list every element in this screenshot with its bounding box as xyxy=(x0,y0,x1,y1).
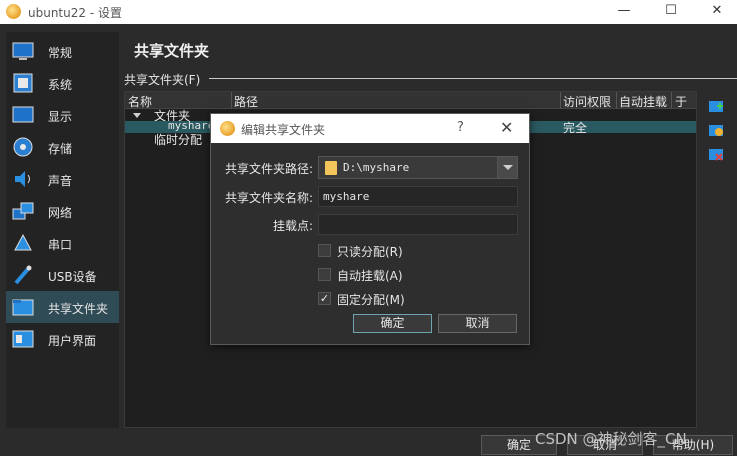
dialog-title: 编辑共享文件夹 xyxy=(241,123,326,137)
sidebar-item-shared-folders[interactable]: 共享文件夹 xyxy=(6,291,119,323)
expand-arrow-icon[interactable] xyxy=(133,113,141,118)
sidebar-item-label: 显示 xyxy=(48,110,73,124)
sidebar-item-audio[interactable]: 声音 xyxy=(6,163,119,195)
settings-sidebar: 常规 系统 显示 存储 声音 网络 串口 USB设备 共享文件夹 用户界面 xyxy=(6,32,119,428)
readonly-label[interactable]: 只读分配(R) xyxy=(337,243,403,260)
folder-name-input[interactable]: myshare xyxy=(318,186,518,207)
column-header-at[interactable]: 于 xyxy=(675,93,687,110)
usb-icon xyxy=(14,265,32,285)
sidebar-item-display[interactable]: 显示 xyxy=(6,99,119,131)
column-divider xyxy=(671,92,672,109)
folder-icon xyxy=(325,161,337,175)
system-icon xyxy=(13,73,33,93)
column-divider xyxy=(616,92,617,109)
minimize-button[interactable]: — xyxy=(601,0,647,24)
sidebar-item-usb[interactable]: USB设备 xyxy=(6,259,119,291)
section-divider xyxy=(209,78,737,79)
sidebar-item-general[interactable]: 常规 xyxy=(6,35,119,67)
serial-port-icon xyxy=(14,233,32,251)
shared-folder-icon xyxy=(12,299,34,316)
folder-path-value: D:\myshare xyxy=(343,161,410,174)
row-share-access: 完全 xyxy=(563,121,588,135)
general-icon xyxy=(12,42,34,60)
dialog-ok-button[interactable]: 确定 xyxy=(353,314,432,333)
dialog-help-button[interactable]: ? xyxy=(457,120,464,135)
permanent-checkbox[interactable]: ✓ xyxy=(318,292,331,305)
storage-icon xyxy=(13,137,33,157)
sidebar-item-label: 串口 xyxy=(48,238,73,252)
dialog-titlebar: 编辑共享文件夹 ? ✕ xyxy=(211,114,529,143)
permanent-label[interactable]: 固定分配(M) xyxy=(337,291,405,308)
dialog-cancel-button[interactable]: 取消 xyxy=(438,314,517,333)
window-titlebar: ubuntu22 - 设置 — ☐ ✕ xyxy=(0,0,737,24)
column-header-name[interactable]: 名称 xyxy=(128,93,152,110)
automount-label[interactable]: 自动挂载(A) xyxy=(337,267,403,284)
sidebar-item-label: 声音 xyxy=(48,174,73,188)
readonly-checkbox[interactable] xyxy=(318,244,331,257)
remove-share-icon[interactable] xyxy=(708,146,724,162)
sidebar-item-label: 网络 xyxy=(48,206,73,220)
folder-path-label: 共享文件夹路径: xyxy=(224,162,313,176)
sidebar-item-serial-port[interactable]: 串口 xyxy=(6,227,119,259)
shared-folders-section-label: 共享文件夹(F) xyxy=(124,73,201,87)
folder-name-label: 共享文件夹名称: xyxy=(224,191,313,205)
sidebar-item-label: 用户界面 xyxy=(48,334,97,348)
edit-share-icon[interactable] xyxy=(708,122,724,138)
sidebar-item-label: USB设备 xyxy=(48,270,97,284)
mount-point-label: 挂载点: xyxy=(272,219,313,233)
close-window-button[interactable]: ✕ xyxy=(694,0,737,24)
tree-group-transient-folders[interactable]: 临时分配 xyxy=(154,131,202,148)
column-header-access[interactable]: 访问权限 xyxy=(563,93,611,110)
display-icon xyxy=(12,106,34,123)
virtualbox-app-icon xyxy=(220,121,235,136)
network-icon xyxy=(12,202,34,220)
chevron-down-icon[interactable] xyxy=(497,157,517,178)
sidebar-item-user-interface[interactable]: 用户界面 xyxy=(6,323,119,355)
column-divider xyxy=(231,92,232,109)
edit-shared-folder-dialog: 编辑共享文件夹 ? ✕ 共享文件夹路径: D:\myshare 共享文件夹名称:… xyxy=(210,113,530,345)
column-header-automount[interactable]: 自动挂载 xyxy=(619,93,667,110)
table-header: 名称 路径 访问权限 自动挂载 于 xyxy=(125,92,696,109)
dialog-close-button[interactable]: ✕ xyxy=(500,118,513,137)
sidebar-item-system[interactable]: 系统 xyxy=(6,67,119,99)
column-divider xyxy=(560,92,561,109)
sidebar-item-label: 共享文件夹 xyxy=(48,302,109,316)
sidebar-item-label: 系统 xyxy=(48,78,73,92)
automount-checkbox[interactable] xyxy=(318,268,331,281)
sidebar-item-network[interactable]: 网络 xyxy=(6,195,119,227)
page-title: 共享文件夹 xyxy=(134,42,210,60)
user-interface-icon xyxy=(12,330,34,348)
sidebar-item-storage[interactable]: 存储 xyxy=(6,131,119,163)
mount-point-input[interactable] xyxy=(318,214,518,235)
column-header-path[interactable]: 路径 xyxy=(234,93,258,110)
maximize-button[interactable]: ☐ xyxy=(648,0,694,24)
audio-icon xyxy=(15,171,30,187)
folder-path-combobox[interactable]: D:\myshare xyxy=(318,156,518,179)
virtualbox-app-icon xyxy=(6,4,21,19)
sidebar-item-label: 常规 xyxy=(48,46,73,60)
add-share-icon[interactable] xyxy=(708,98,724,114)
watermark: CSDN @神秘剑客_CN xyxy=(535,430,687,448)
window-title: ubuntu22 - 设置 xyxy=(28,6,122,20)
sidebar-item-label: 存储 xyxy=(48,142,73,156)
